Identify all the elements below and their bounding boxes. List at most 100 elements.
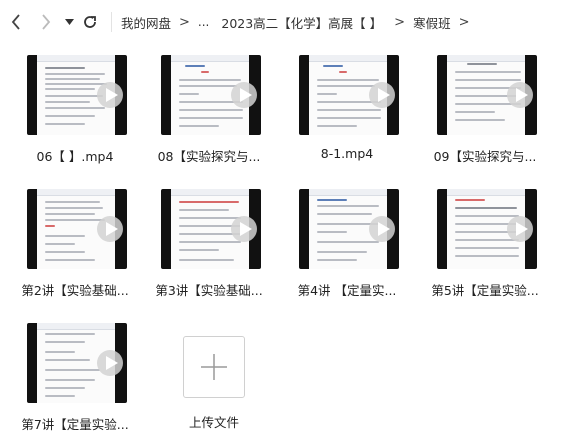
thumbnail-text-line	[45, 73, 105, 75]
thumbnail-text-line	[45, 243, 75, 245]
file-tile[interactable]: 第4讲 【定量实...	[272, 189, 402, 319]
thumbnail-text-line	[45, 78, 100, 80]
thumbnail-text-line	[45, 67, 85, 69]
thumbnail-text-line	[179, 85, 237, 87]
thumbnail-toolbar	[171, 55, 249, 62]
thumbnail-text-line	[455, 119, 505, 121]
thumbnail-text-line	[185, 65, 205, 67]
thumbnail-text-line	[317, 259, 357, 261]
thumbnail-text-line	[455, 79, 521, 81]
thumbnail-text-line	[45, 379, 95, 381]
play-icon	[97, 82, 123, 108]
chevron-right-icon	[42, 14, 51, 30]
breadcrumb-item-course[interactable]: 2023高二【化学】高展【 】	[221, 13, 382, 32]
thumbnail-text-line	[455, 207, 517, 209]
breadcrumb-separator-icon: >	[458, 14, 470, 30]
thumbnail-text-line	[455, 71, 521, 73]
thumbnail-text-line	[317, 205, 379, 207]
play-icon	[507, 216, 533, 242]
thumbnail-text-line	[317, 125, 357, 127]
thumbnail-text-line	[45, 251, 85, 253]
upload-label: 上传文件	[188, 415, 239, 430]
video-thumbnail	[299, 55, 399, 135]
thumbnail-text-line	[45, 395, 75, 397]
thumbnail-text-line	[179, 79, 241, 81]
navigation-bar: 我的网盘 > ... 2023高二【化学】高展【 】 > 寒假班 >	[0, 0, 561, 44]
thumbnail-text-line	[45, 201, 100, 203]
thumbnail-text-line	[45, 341, 85, 343]
thumbnail-text-line	[45, 107, 105, 109]
file-name: 第5讲【定量实验...	[431, 283, 539, 298]
thumbnail-toolbar	[37, 55, 115, 62]
thumbnail-text-line	[45, 235, 85, 237]
refresh-icon	[84, 16, 96, 28]
thumbnail-text-line	[179, 249, 219, 251]
thumbnail-text-line	[179, 93, 199, 95]
breadcrumb: 我的网盘 > ... 2023高二【化学】高展【 】 > 寒假班 >	[121, 12, 478, 32]
thumbnail-text-line	[45, 115, 95, 117]
thumbnail-text-line	[179, 259, 234, 261]
thumbnail-toolbar	[447, 189, 525, 196]
thumbnail-text-line	[45, 359, 90, 361]
breadcrumb-ellipsis[interactable]: ...	[198, 15, 209, 29]
thumbnail-toolbar	[309, 189, 387, 196]
thumbnail-text-line	[455, 255, 519, 257]
thumbnail-text-line	[45, 369, 100, 371]
back-button[interactable]	[6, 9, 26, 35]
file-tile[interactable]: 第7讲【定量实验...	[0, 323, 130, 442]
breadcrumb-separator-icon: >	[179, 14, 190, 30]
file-tile[interactable]: 06【 】.mp4	[0, 55, 130, 185]
thumbnail-text-line	[455, 199, 485, 201]
thumbnail-text-line	[317, 213, 372, 215]
file-tile[interactable]: 8-1.mp4	[272, 55, 402, 185]
video-thumbnail	[437, 55, 537, 135]
file-tile[interactable]: 第5讲【定量实验...	[410, 189, 540, 319]
file-name: 第4讲 【定量实...	[297, 283, 397, 298]
thumbnail-text-line	[455, 239, 519, 241]
thumbnail-text-line	[179, 125, 219, 127]
thumbnail-text-line	[179, 209, 229, 211]
file-tile[interactable]: 第2讲【实验基础...	[0, 189, 130, 319]
breadcrumb-item-root[interactable]: 我的网盘	[121, 13, 171, 32]
forward-button[interactable]	[36, 9, 56, 35]
thumbnail-text-line	[45, 123, 85, 125]
thumbnail-text-line	[45, 333, 95, 335]
file-tile[interactable]: 09【实验探究与...	[410, 55, 540, 185]
thumbnail-text-line	[317, 79, 379, 81]
breadcrumb-item-current[interactable]: 寒假班	[413, 13, 451, 32]
play-icon	[231, 82, 257, 108]
thumbnail-toolbar	[37, 323, 115, 330]
thumbnail-text-line	[45, 101, 90, 103]
thumbnail-text-line	[201, 71, 209, 73]
thumbnail-text-line	[317, 109, 381, 111]
video-thumbnail	[27, 55, 127, 135]
thumbnail-text-line	[339, 71, 347, 73]
video-thumbnail	[299, 189, 399, 269]
upload-button[interactable]	[183, 336, 245, 398]
history-dropdown-button[interactable]	[62, 9, 76, 35]
file-name: 06【 】.mp4	[36, 149, 114, 164]
thumbnail-text-line	[45, 207, 103, 209]
thumbnail-text-line	[455, 111, 495, 113]
thumbnail-text-line	[45, 351, 75, 353]
thumbnail-text-line	[317, 241, 379, 243]
play-icon	[97, 350, 123, 376]
thumbnail-toolbar	[309, 55, 387, 62]
file-name: 8-1.mp4	[320, 146, 374, 161]
thumbnail-text-line	[45, 83, 107, 85]
thumbnail-text-line	[179, 201, 239, 203]
refresh-button[interactable]	[80, 9, 100, 35]
video-thumbnail	[27, 189, 127, 269]
thumbnail-text-line	[323, 65, 343, 67]
thumbnail-toolbar	[37, 189, 115, 196]
video-thumbnail	[161, 189, 261, 269]
play-icon	[507, 82, 533, 108]
thumbnail-text-line	[179, 109, 243, 111]
plus-icon	[201, 354, 227, 380]
thumbnail-text-line	[317, 117, 381, 119]
thumbnail-text-line	[45, 213, 95, 215]
file-tile[interactable]: 第3讲【实验基础...	[134, 189, 264, 319]
file-tile[interactable]: 08【实验探究与...	[134, 55, 264, 185]
thumbnail-toolbar	[447, 55, 525, 62]
file-name: 09【实验探究与...	[433, 149, 537, 164]
